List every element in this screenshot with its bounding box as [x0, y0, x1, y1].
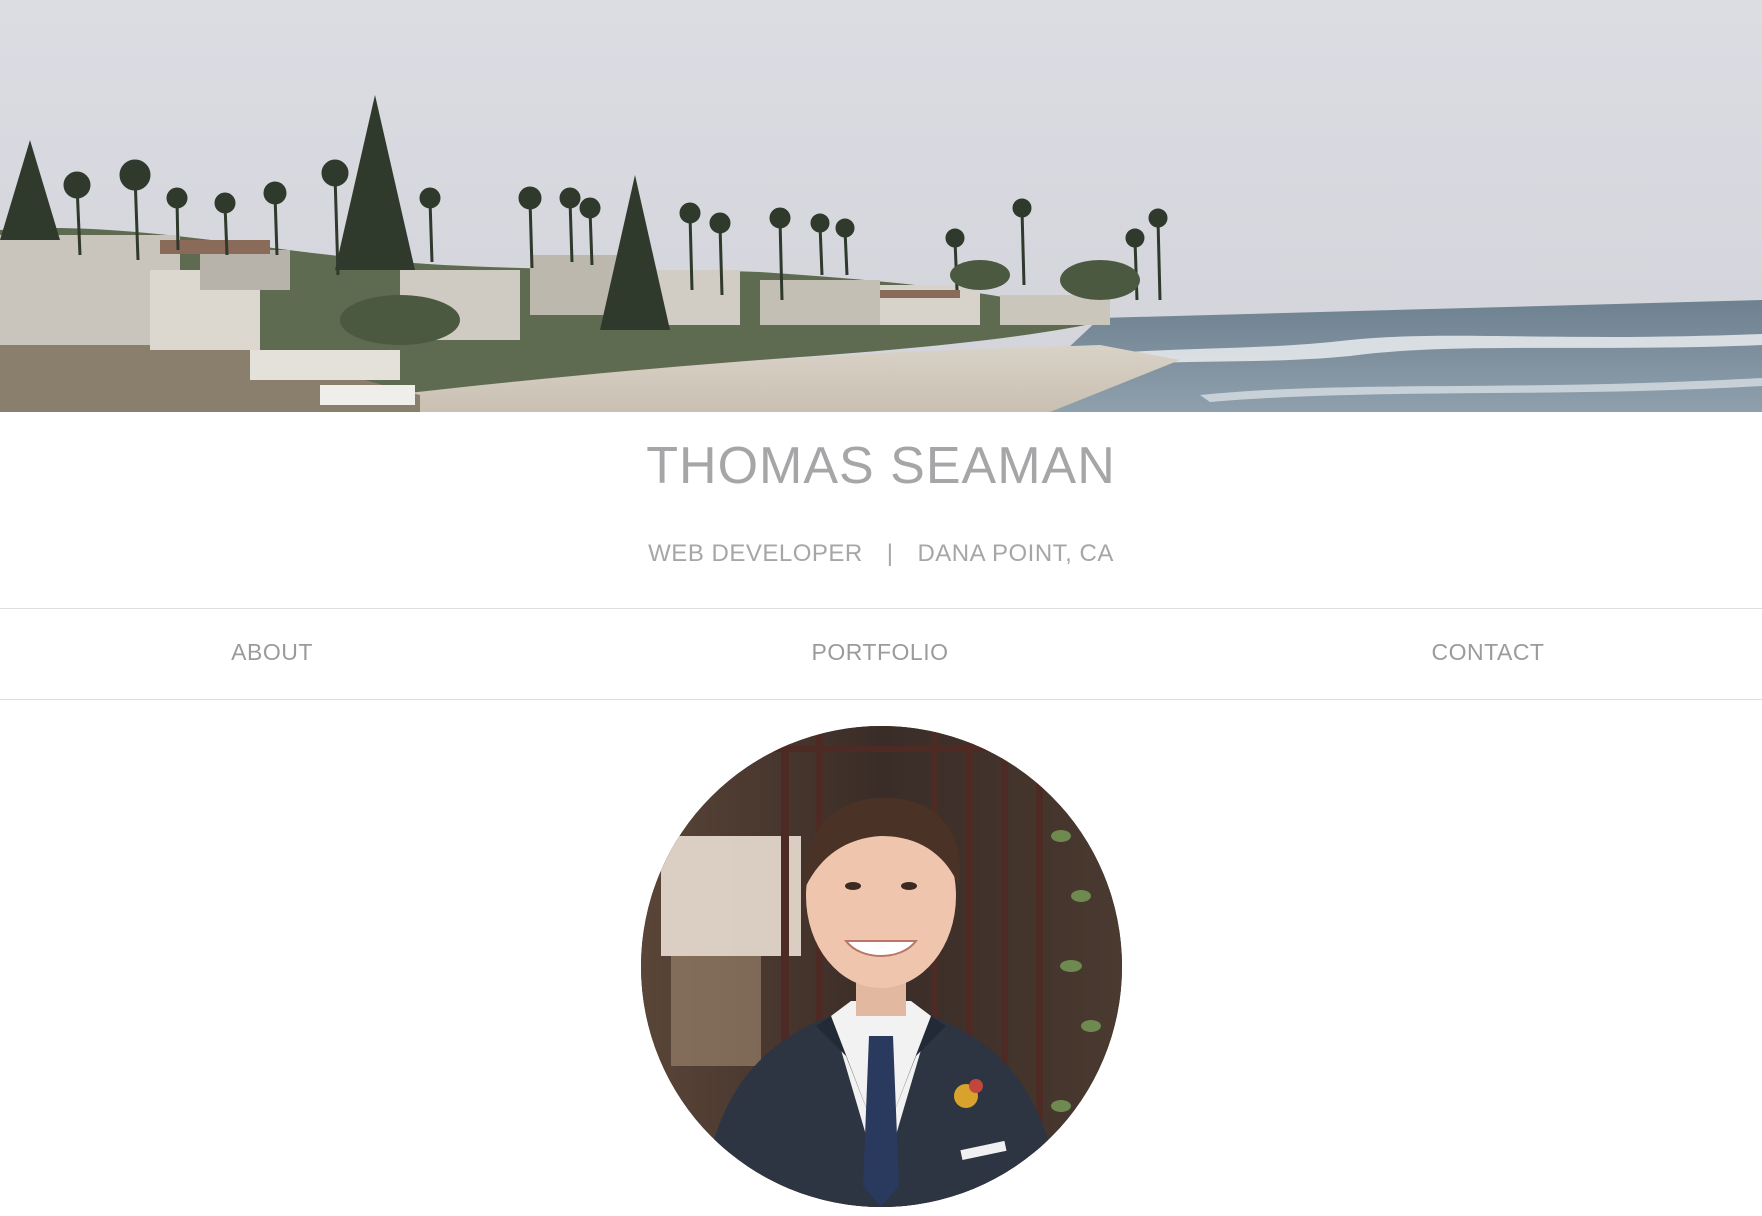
- subtitle-separator: |: [886, 540, 894, 567]
- page: THOMAS SEAMAN WEB DEVELOPER | DANA POINT, …: [0, 0, 1762, 1216]
- main-nav: ABOUT PORTFOLIO CONTACT: [0, 608, 1762, 700]
- site-subtitle: WEB DEVELOPER | DANA POINT, CA: [0, 540, 1762, 568]
- profile-photo: [641, 726, 1122, 1207]
- nav-link-portfolio[interactable]: PORTFOLIO: [812, 639, 949, 666]
- site-title: THOMAS SEAMAN: [646, 437, 1116, 495]
- nav-link-about[interactable]: ABOUT: [231, 639, 313, 666]
- nav-link-contact[interactable]: CONTACT: [1432, 639, 1545, 666]
- location-text: DANA POINT, CA: [917, 540, 1114, 567]
- role-text: WEB DEVELOPER: [648, 540, 863, 567]
- banner-photo: [0, 0, 1762, 412]
